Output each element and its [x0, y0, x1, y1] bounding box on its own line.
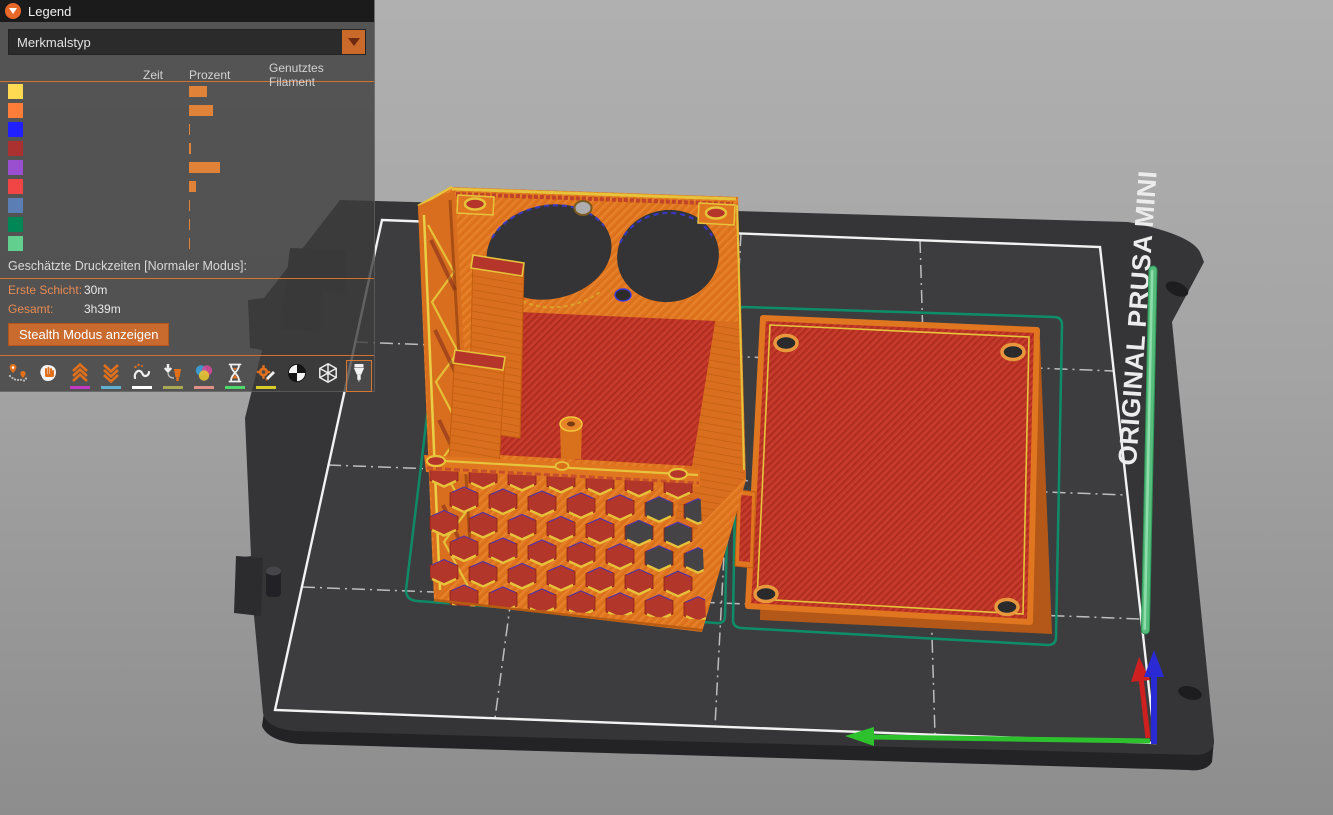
feature-color-swatch: [8, 103, 23, 118]
percent-bar: [189, 143, 191, 154]
estimates-heading: Geschätzte Druckzeiten [Normaler Modus]:: [0, 253, 374, 276]
percent-bar: [189, 86, 207, 97]
total-label: Gesamt:: [8, 302, 84, 316]
dropdown-arrow-icon[interactable]: [342, 30, 365, 54]
seams-icon[interactable]: [129, 360, 155, 392]
feature-color-swatch: [8, 160, 23, 175]
stealth-mode-button[interactable]: Stealth Modus anzeigen: [8, 323, 169, 346]
wipe-moves-icon[interactable]: [36, 360, 62, 392]
header-percent: Prozent: [189, 68, 269, 82]
retractions-icon[interactable]: [67, 360, 93, 392]
feature-color-swatch: [8, 122, 23, 137]
percent-bar: [189, 105, 213, 116]
feature-color-swatch: [8, 217, 23, 232]
percent-bar: [189, 124, 190, 135]
shells-icon[interactable]: [315, 360, 341, 392]
deretractions-icon[interactable]: [98, 360, 124, 392]
feature-color-swatch: [8, 84, 23, 99]
collapse-arrow-icon[interactable]: [5, 3, 21, 19]
total-time-row: Gesamt: 3h39m: [0, 298, 374, 317]
percent-bar: [189, 200, 190, 211]
legend-table: [0, 82, 374, 253]
first-layer-row: Erste Schicht: 30m: [0, 279, 374, 298]
color-changes-icon[interactable]: [191, 360, 217, 392]
custom-gcode-icon[interactable]: [253, 360, 279, 392]
percent-bar: [189, 219, 190, 230]
total-value: 3h39m: [84, 302, 121, 316]
feature-color-swatch: [8, 141, 23, 156]
feature-color-swatch: [8, 236, 23, 251]
model-lid[interactable]: [735, 318, 1052, 634]
legend-row: [0, 215, 374, 234]
percent-bar: [189, 181, 196, 192]
legend-row: [0, 120, 374, 139]
print-pauses-icon[interactable]: [222, 360, 248, 392]
header-time: Zeit: [143, 68, 189, 82]
legend-table-header: Zeit Prozent Genutztes Filament: [0, 61, 374, 79]
legend-row: [0, 101, 374, 120]
tool-marker-icon[interactable]: [346, 360, 372, 392]
legend-title: Legend: [28, 4, 71, 19]
legend-titlebar[interactable]: Legend: [0, 0, 374, 22]
tool-changes-icon[interactable]: [160, 360, 186, 392]
header-filament: Genutztes Filament: [269, 61, 373, 89]
view-type-value: Merkmalstyp: [9, 35, 342, 50]
legend-row: [0, 234, 374, 253]
model-enclosure[interactable]: [418, 187, 746, 632]
view-type-dropdown[interactable]: Merkmalstyp: [8, 29, 366, 55]
feature-color-swatch: [8, 179, 23, 194]
first-layer-label: Erste Schicht:: [8, 283, 84, 297]
legend-toolbar: [0, 360, 374, 392]
bed-tab: [234, 556, 263, 616]
legend-row: [0, 139, 374, 158]
legend-row: [0, 196, 374, 215]
legend-panel: Legend Merkmalstyp Zeit Prozent Genutzte…: [0, 0, 375, 392]
legend-row: [0, 158, 374, 177]
travel-moves-icon[interactable]: [5, 360, 31, 392]
percent-bar: [189, 162, 220, 173]
feature-color-swatch: [8, 198, 23, 213]
center-of-gravity-icon[interactable]: [284, 360, 310, 392]
percent-bar: [189, 238, 190, 249]
legend-row: [0, 177, 374, 196]
first-layer-value: 30m: [84, 283, 107, 297]
